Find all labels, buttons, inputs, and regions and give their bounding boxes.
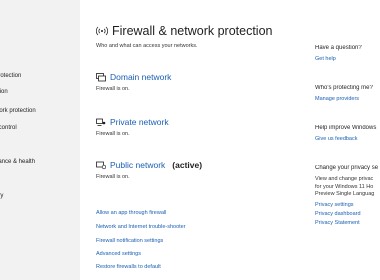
help-heading: Have a question?: [315, 45, 362, 51]
private-network-name[interactable]: Private network: [110, 117, 169, 127]
public-network-icon: [96, 161, 106, 169]
improve-section: Help improve Windows Give us feedback: [315, 125, 380, 142]
help-section: Have a question? Get help: [315, 45, 380, 62]
public-network-link[interactable]: Public network (active): [96, 160, 202, 170]
sidebar-item-app-browser-control[interactable]: r control: [0, 121, 80, 135]
page-title: Firewall & network protection: [96, 24, 272, 38]
restore-firewalls-default-link[interactable]: Restore firewalls to default: [96, 264, 161, 270]
public-network-name[interactable]: Public network: [110, 160, 165, 170]
domain-network-icon: [96, 72, 106, 81]
sidebar-item-protection-history[interactable]: ory: [0, 189, 80, 203]
sidebar-item-device-performance-health[interactable]: nance & health: [0, 155, 80, 169]
protecting-section: Who's protecting me? Manage providers: [315, 85, 380, 102]
wifi-antenna-icon: [96, 26, 108, 36]
domain-network-name[interactable]: Domain network: [110, 72, 171, 82]
sidebar-item-virus-protection[interactable]: protection: [0, 69, 80, 83]
privacy-text-line: View and change privac: [315, 176, 374, 182]
advanced-settings-link[interactable]: Advanced settings: [96, 251, 141, 257]
active-network-badge: (active): [172, 160, 203, 170]
privacy-dashboard-link[interactable]: Privacy dashboard: [315, 211, 380, 217]
private-network-status: Firewall is on.: [96, 131, 130, 137]
sidebar-item-label: nance & health: [0, 159, 36, 165]
domain-network-status: Firewall is on.: [96, 86, 130, 92]
manage-providers-link[interactable]: Manage providers: [315, 96, 380, 102]
page-subtitle: Who and what can access your networks.: [96, 43, 198, 49]
give-feedback-link[interactable]: Give us feedback: [315, 136, 380, 142]
privacy-section: Change your privacy se View and change p…: [315, 165, 380, 226]
get-help-link[interactable]: Get help: [315, 56, 380, 62]
page-title-text: Firewall & network protection: [112, 24, 273, 38]
firewall-notification-settings-link[interactable]: Firewall notification settings: [96, 238, 163, 244]
privacy-settings-link[interactable]: Privacy settings: [315, 202, 380, 208]
allow-app-through-firewall-link[interactable]: Allow an app through firewall: [96, 210, 166, 216]
network-troubleshooter-link[interactable]: Network and Internet trouble-shooter: [96, 224, 186, 230]
private-network-icon: [96, 118, 106, 126]
protecting-heading: Who's protecting me?: [315, 85, 373, 91]
improve-heading: Help improve Windows: [315, 125, 377, 131]
privacy-text-line: for your Windows 11 Ho: [315, 183, 374, 190]
sidebar-item-account-protection[interactable]: ction: [0, 85, 80, 99]
privacy-text-line: Preview Single Languag: [315, 191, 375, 197]
sidebar: protection ction work protection r contr…: [0, 0, 80, 280]
privacy-heading: Change your privacy se: [315, 165, 379, 171]
private-network-section: Private network Firewall is on.: [96, 117, 169, 137]
privacy-description: View and change privac for your Windows …: [315, 176, 380, 199]
sidebar-item-firewall-network-protection[interactable]: work protection: [0, 104, 80, 118]
sidebar-item-label: protection: [0, 73, 22, 79]
domain-network-section: Domain network Firewall is on.: [96, 72, 171, 92]
domain-network-link[interactable]: Domain network: [96, 72, 171, 82]
sidebar-item-device-security[interactable]: s: [0, 138, 80, 152]
sidebar-item-label: ction: [0, 89, 8, 95]
public-network-section: Public network (active) Firewall is on.: [96, 160, 202, 180]
sidebar-item-label: r control: [0, 125, 17, 131]
sidebar-item-label: ory: [0, 193, 4, 199]
privacy-statement-link[interactable]: Privacy Statement: [315, 220, 380, 226]
private-network-link[interactable]: Private network: [96, 117, 169, 127]
public-network-status: Firewall is on.: [96, 174, 130, 180]
sidebar-item-label: work protection: [0, 108, 36, 114]
